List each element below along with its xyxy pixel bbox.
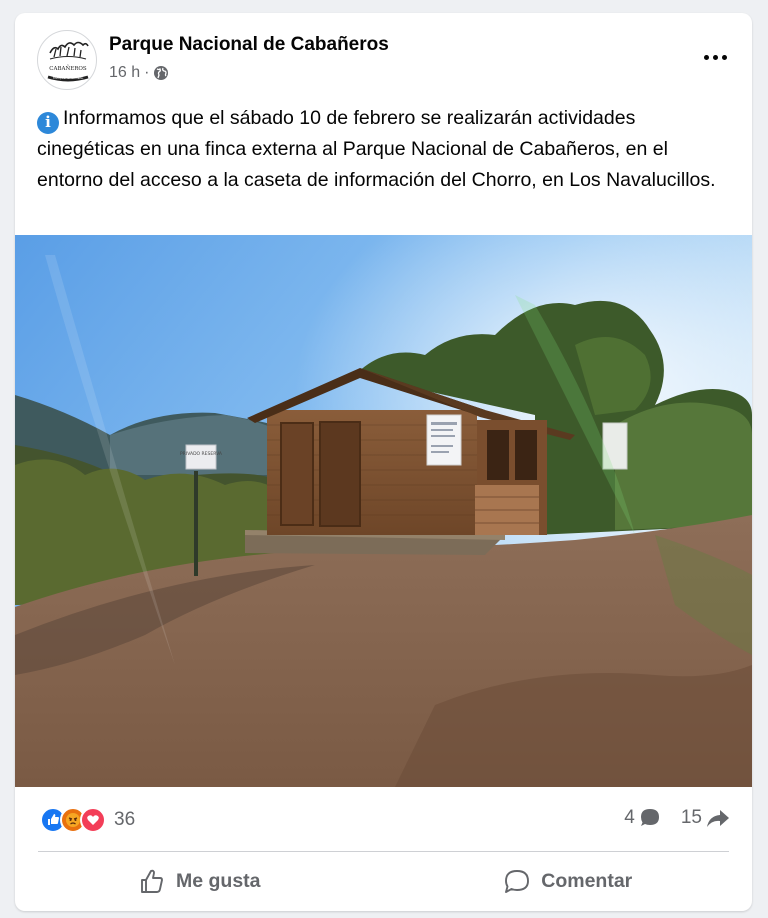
globe-icon[interactable] — [153, 65, 169, 81]
post-timestamp[interactable]: 16 h — [109, 64, 140, 82]
share-count-value: 15 — [680, 807, 702, 828]
svg-text:CABAÑEROS: CABAÑEROS — [49, 64, 87, 72]
page-avatar[interactable]: CABAÑEROS PARQUE NACIONAL — [37, 30, 97, 90]
comment-count-value: 4 — [624, 807, 635, 828]
page-name[interactable]: Parque Nacional de Cabañeros — [109, 34, 389, 56]
comment-icon — [505, 869, 530, 893]
post-meta: 16 h · — [109, 64, 169, 82]
share-count[interactable]: 15 — [681, 807, 730, 829]
love-reaction-icon — [80, 807, 106, 833]
post-actions: Me gusta Comentar — [15, 852, 752, 911]
thumbs-up-icon — [141, 869, 163, 893]
reactions-summary[interactable]: 36 — [40, 807, 135, 833]
like-button-label: Me gusta — [175, 870, 261, 892]
page-logo: CABAÑEROS PARQUE NACIONAL — [47, 41, 89, 82]
post-photo[interactable]: PRIVADO RESERVA — [15, 235, 752, 787]
post-header: CABAÑEROS PARQUE NACIONAL Parque Naciona… — [15, 13, 752, 99]
post-text: i Informamos que el sábado 10 de febrero … — [37, 103, 737, 196]
post-stats: 36 4 15 — [15, 787, 752, 851]
comment-button[interactable]: Comentar — [384, 852, 753, 911]
engagement-counts: 4 15 — [604, 807, 730, 829]
comment-bubble-icon — [640, 809, 659, 826]
information-icon: i — [37, 111, 59, 134]
svg-text:PRIVADO RESERVA: PRIVADO RESERVA — [180, 451, 223, 457]
share-arrow-icon — [707, 810, 729, 827]
comment-count[interactable]: 4 — [624, 807, 661, 829]
comment-button-label: Comentar — [541, 870, 633, 892]
post-body: Informamos que el sábado 10 de febrero s… — [37, 107, 716, 191]
reaction-count: 36 — [114, 809, 136, 830]
post-card: CABAÑEROS PARQUE NACIONAL Parque Naciona… — [15, 13, 752, 911]
like-button[interactable]: Me gusta — [15, 852, 384, 911]
more-options-icon[interactable] — [698, 43, 732, 71]
meta-separator: · — [144, 64, 150, 81]
svg-text:PARQUE NACIONAL: PARQUE NACIONAL — [53, 76, 84, 80]
